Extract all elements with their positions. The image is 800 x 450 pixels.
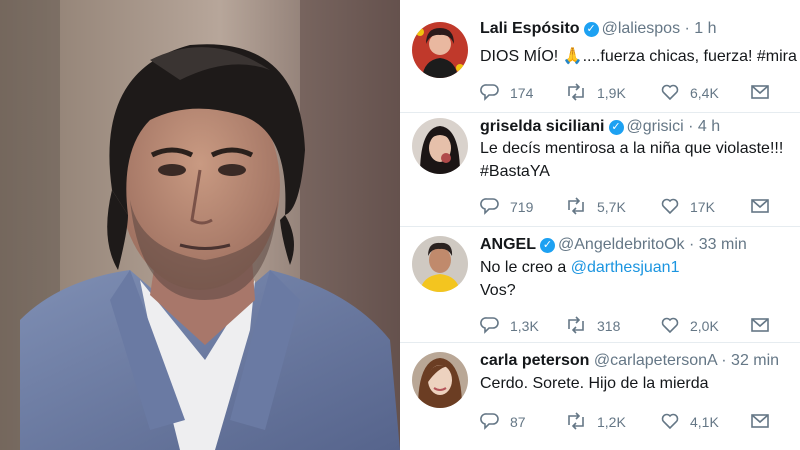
tweet-feed: Lali Espósito ✓ @laliespos · 1 h DIOS MÍO!…: [400, 0, 800, 450]
reply-button[interactable]: 174: [480, 82, 533, 102]
heart-icon: [661, 413, 679, 430]
tweet-text: Cerdo. Sorete. Hijo de la mierda: [480, 375, 709, 393]
tweet-text-part: DIOS MÍO!: [480, 48, 563, 65]
tweet-header: carla peterson @carlapetersonA · 32 min: [480, 352, 779, 370]
envelope-icon: [751, 318, 769, 332]
retweet-icon: [568, 83, 584, 101]
reply-button[interactable]: 1,3K: [480, 315, 539, 335]
reply-icon: [480, 413, 499, 430]
reply-button[interactable]: 87: [480, 411, 526, 431]
retweet-button[interactable]: 318: [565, 315, 620, 335]
envelope-icon: [751, 199, 769, 213]
verified-badge-icon: ✓: [583, 22, 599, 37]
avatar[interactable]: [412, 236, 468, 292]
display-name[interactable]: ANGEL: [480, 236, 536, 253]
tweet-text: No le creo a @darthesjuan1: [480, 259, 679, 277]
retweet-count: 1,9K: [597, 85, 626, 101]
tweet-actions: 1,3K 318 2,0K: [480, 315, 800, 337]
heart-icon: [661, 317, 679, 334]
dm-button[interactable]: [750, 315, 780, 335]
tweet-text-part: ....fuerza chicas, fuerza! #mira: [582, 48, 797, 65]
display-name[interactable]: griselda siciliani: [480, 118, 605, 135]
like-count: 2,0K: [690, 318, 719, 334]
envelope-icon: [751, 414, 769, 428]
envelope-icon: [751, 85, 769, 99]
tweet-text-part: Le decís mentirosa a la niña que violast…: [480, 140, 784, 157]
handle[interactable]: @laliespos: [602, 20, 681, 37]
handle[interactable]: @grisici: [627, 118, 684, 135]
reply-count: 174: [510, 85, 534, 101]
display-name[interactable]: Lali Espósito: [480, 20, 580, 37]
tweet-text-part: No le creo a: [480, 259, 571, 276]
display-name[interactable]: carla peterson: [480, 352, 589, 369]
tweet-card[interactable]: ANGEL ✓ @AngeldebritoOk · 33 min No le cre…: [400, 236, 800, 346]
tweet-actions: 87 1,2K 4,1K: [480, 411, 800, 433]
like-count: 4,1K: [690, 414, 719, 430]
tweet-header: griselda siciliani ✓ @grisici · 4 h: [480, 118, 720, 136]
tweet-text: DIOS MÍO! 🙏....fuerza chicas, fuerza! #m…: [480, 46, 797, 66]
retweet-count: 1,2K: [597, 414, 626, 430]
verified-badge-icon: ✓: [540, 238, 555, 253]
mention-link[interactable]: @darthesjuan1: [571, 259, 680, 276]
avatar[interactable]: [412, 352, 468, 408]
timestamp[interactable]: · 33 min: [689, 236, 747, 253]
like-count: 17K: [690, 199, 715, 215]
retweet-button[interactable]: 1,9K: [565, 82, 626, 102]
like-button[interactable]: 4,1K: [660, 411, 719, 431]
divider: [400, 112, 800, 113]
reply-count: 87: [510, 414, 526, 430]
handle[interactable]: @AngeldebritoOk: [558, 236, 685, 253]
timestamp[interactable]: · 4 h: [688, 118, 720, 135]
man-portrait-photo: [0, 0, 400, 450]
verified-badge-icon: ✓: [608, 120, 624, 135]
like-button[interactable]: 17K: [660, 196, 715, 216]
tweet-header: ANGEL ✓ @AngeldebritoOk · 33 min: [480, 236, 747, 254]
heart-icon: [661, 84, 679, 101]
tweet-text-part: #BastaYA: [480, 163, 550, 180]
avatar[interactable]: [412, 22, 468, 78]
tweet-text-part: Cerdo. Sorete. Hijo de la mierda: [480, 375, 709, 392]
avatar[interactable]: [412, 118, 468, 174]
tweet-card[interactable]: griselda siciliani ✓ @grisici · 4 h Le dec…: [400, 118, 800, 228]
reply-count: 719: [510, 199, 534, 215]
tweet-text: Le decís mentirosa a la niña que violast…: [480, 140, 783, 158]
retweet-count: 5,7K: [597, 199, 626, 215]
timestamp[interactable]: · 1 h: [685, 20, 717, 37]
retweet-count: 318: [597, 318, 621, 334]
tweet-card[interactable]: Lali Espósito ✓ @laliespos · 1 h DIOS MÍO!…: [400, 20, 800, 120]
retweet-icon: [568, 316, 584, 334]
praying-hands-emoji: 🙏: [562, 48, 583, 65]
retweet-icon: [568, 412, 584, 430]
divider: [400, 226, 800, 227]
like-button[interactable]: 2,0K: [660, 315, 719, 335]
dm-button[interactable]: [750, 196, 780, 216]
reply-icon: [480, 317, 499, 334]
reply-button[interactable]: 719: [480, 196, 533, 216]
dm-button[interactable]: [750, 411, 780, 431]
handle[interactable]: @carlapetersonA: [594, 352, 717, 369]
tweet-actions: 719 5,7K 17K: [480, 196, 800, 218]
reply-icon: [480, 198, 499, 215]
tweet-header: Lali Espósito ✓ @laliespos · 1 h: [480, 20, 717, 38]
hashtag[interactable]: #BastaYA: [480, 163, 550, 181]
reply-count: 1,3K: [510, 318, 539, 334]
like-button[interactable]: 6,4K: [660, 82, 719, 102]
retweet-icon: [568, 197, 584, 215]
divider: [400, 342, 800, 343]
retweet-button[interactable]: 5,7K: [565, 196, 626, 216]
dm-button[interactable]: [750, 82, 780, 102]
tweet-text: Vos?: [480, 282, 516, 300]
tweet-card[interactable]: carla peterson @carlapetersonA · 32 min …: [400, 352, 800, 447]
reply-icon: [480, 84, 499, 101]
tweet-actions: 174 1,9K 6,4K: [480, 82, 800, 104]
like-count: 6,4K: [690, 85, 719, 101]
retweet-button[interactable]: 1,2K: [565, 411, 626, 431]
timestamp[interactable]: · 32 min: [721, 352, 779, 369]
tweet-text-part: Vos?: [480, 282, 516, 299]
heart-icon: [661, 198, 679, 215]
